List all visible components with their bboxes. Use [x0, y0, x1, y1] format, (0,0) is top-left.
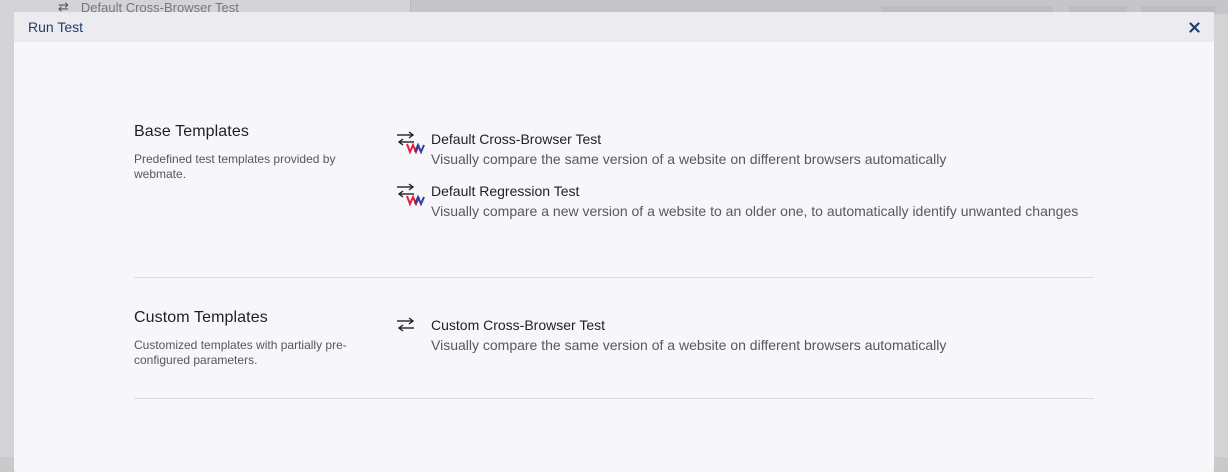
webmate-swap-icon — [397, 183, 425, 207]
template-default-cross-browser[interactable]: Default Cross-Browser Test Visually comp… — [396, 130, 1096, 168]
section-divider — [134, 277, 1094, 278]
section-title: Custom Templates — [134, 309, 268, 326]
section-title: Base Templates — [134, 123, 249, 140]
close-icon — [1188, 21, 1200, 33]
template-custom-cross-browser[interactable]: Custom Cross-Browser Test Visually compa… — [396, 316, 1096, 354]
template-description: Visually compare the same version of a w… — [431, 337, 947, 353]
modal-header: Run Test — [14, 12, 1214, 42]
template-name: Custom Cross-Browser Test — [431, 317, 606, 333]
modal-title: Run Test — [28, 19, 83, 35]
section-divider — [134, 398, 1094, 399]
template-name: Default Cross-Browser Test — [431, 131, 602, 147]
template-description: Visually compare a new version of a webs… — [431, 203, 1079, 219]
section-description: Customized templates with partially pre-… — [134, 338, 347, 367]
template-name: Default Regression Test — [431, 183, 580, 199]
swap-arrows-icon — [397, 317, 415, 332]
template-default-regression[interactable]: Default Regression Test Visually compare… — [396, 182, 1096, 220]
section-header: Base Templates Predefined test templates… — [134, 123, 374, 182]
section-description: Predefined test templates provided by we… — [134, 152, 336, 181]
template-list: Custom Cross-Browser Test Visually compa… — [396, 309, 1096, 354]
template-description: Visually compare the same version of a w… — [431, 151, 947, 167]
section-header: Custom Templates Customized templates wi… — [134, 309, 374, 368]
webmate-swap-icon — [397, 131, 425, 155]
template-list: Default Cross-Browser Test Visually comp… — [396, 123, 1096, 220]
run-test-modal: Run Test Base Templates Predefined test … — [14, 12, 1214, 472]
close-button[interactable] — [1187, 20, 1201, 34]
